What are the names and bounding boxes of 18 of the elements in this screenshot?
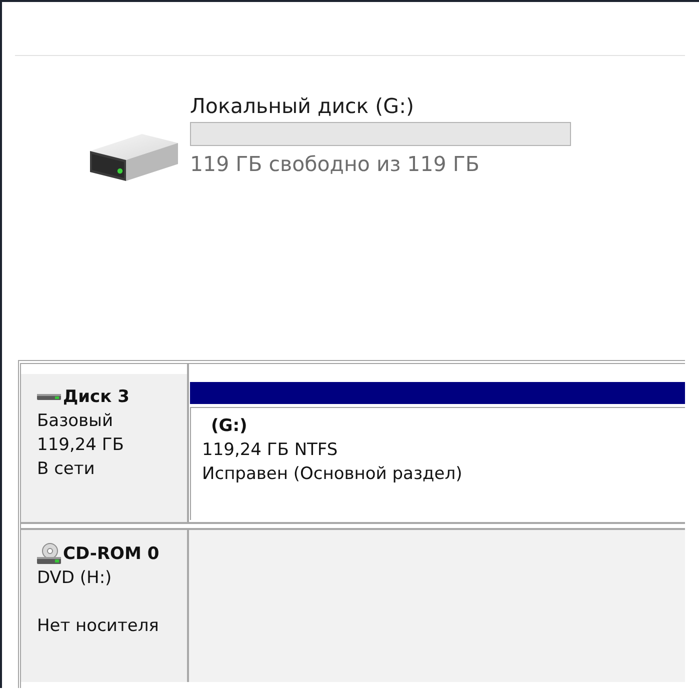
disk-name: Диск 3 bbox=[63, 386, 130, 409]
disk-status: В сети bbox=[37, 458, 95, 481]
disk-status: Нет носителя bbox=[37, 615, 159, 638]
disk-info-panel[interactable]: CD-ROM 0 DVD (H:) Нет носителя bbox=[21, 530, 187, 682]
disk-info-panel[interactable]: Диск 3 Базовый 119,24 ГБ В сети bbox=[21, 374, 187, 522]
drive-title[interactable]: Локальный диск (G:) bbox=[190, 93, 414, 119]
free-space-text: 119 ГБ свободно из 119 ГБ bbox=[190, 151, 480, 177]
hard-drive-icon bbox=[90, 131, 178, 181]
disk-drive-icon bbox=[37, 393, 61, 401]
disk-size: 119,24 ГБ bbox=[37, 434, 124, 457]
cd-drive-icon bbox=[37, 543, 61, 565]
partition-panel[interactable]: (G:) 119,24 ГБ NTFS Исправен (Основной раздел) bbox=[190, 407, 685, 520]
disk-type: DVD (H:) bbox=[37, 567, 112, 590]
disk-type: Базовый bbox=[37, 410, 114, 433]
partition-label: (G:) bbox=[210, 415, 248, 438]
partition-size: 119,24 ГБ NTFS bbox=[202, 439, 338, 462]
disk-name: CD-ROM 0 bbox=[63, 543, 160, 566]
partition-status: Исправен (Основной раздел) bbox=[202, 463, 462, 486]
